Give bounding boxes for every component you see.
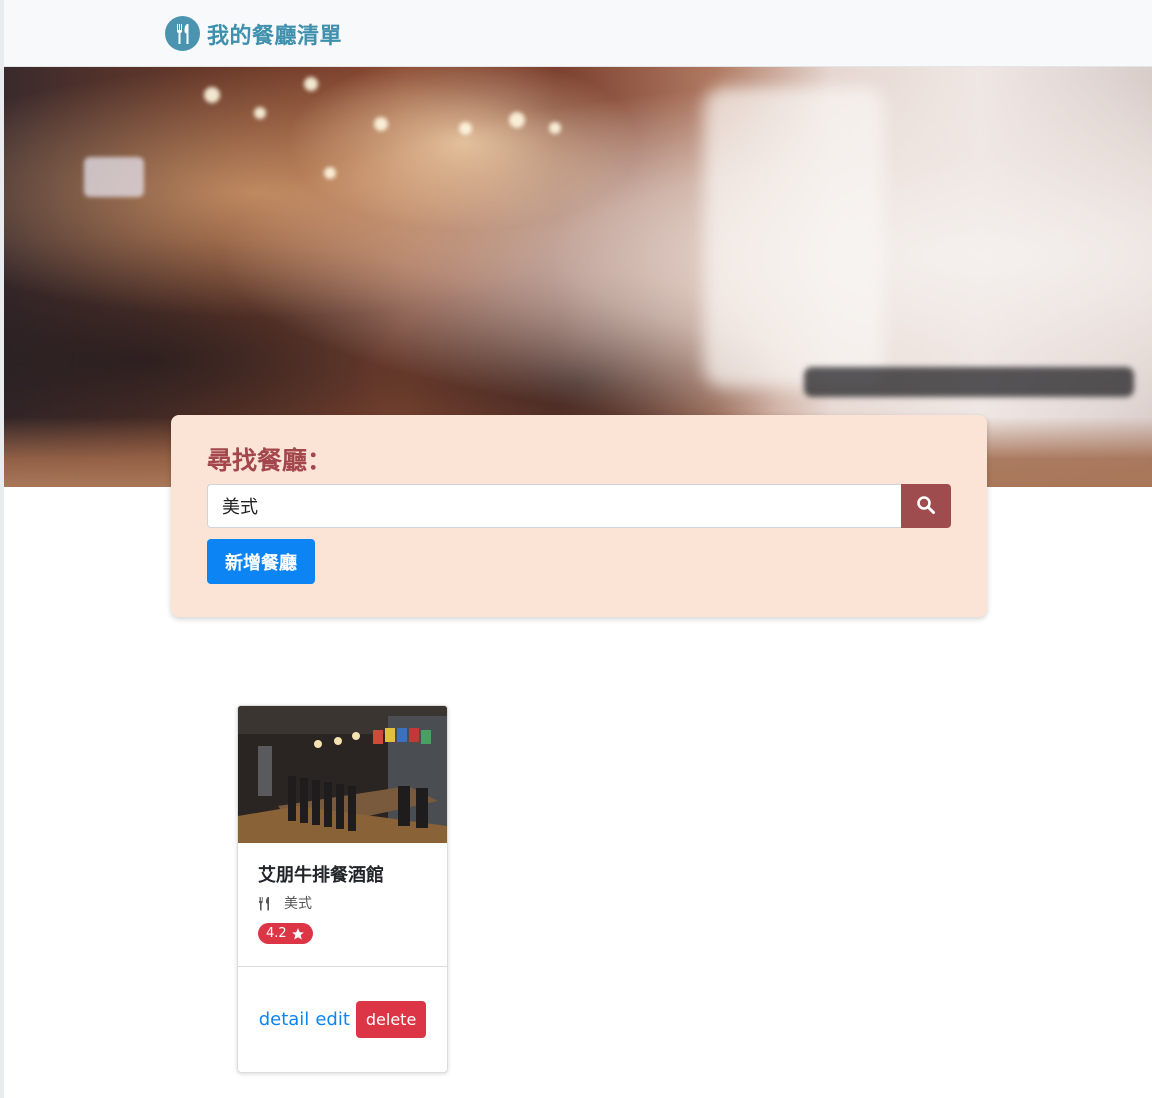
restaurant-category: 美式 — [258, 893, 428, 913]
search-button[interactable] — [901, 484, 951, 528]
brand-link[interactable]: 我的餐廳清單 — [165, 16, 342, 51]
search-title: 尋找餐廳： — [207, 446, 333, 475]
search-icon — [916, 495, 936, 518]
search-panel: 尋找餐廳： 新增餐廳 — [171, 415, 987, 617]
card-body: 艾朋牛排餐酒館 美式 4.2 — [258, 861, 428, 944]
detail-link[interactable]: detail — [259, 1009, 310, 1030]
add-restaurant-button[interactable]: 新增餐廳 — [207, 539, 315, 584]
app-title: 我的餐廳清單 — [207, 23, 343, 49]
navbar: 我的餐廳清單 — [4, 0, 1152, 67]
restaurant-card[interactable]: 艾朋牛排餐酒館 美式 4.2 detail edit delete — [237, 705, 448, 1073]
restaurant-name: 艾朋牛排餐酒館 — [258, 865, 384, 886]
utensils-logo-icon — [165, 16, 200, 51]
edit-link[interactable]: edit — [315, 1009, 350, 1030]
rating-value: 4.2 — [266, 926, 287, 941]
card-actions: detail edit delete — [238, 1001, 447, 1038]
restaurant-category-label: 美式 — [284, 896, 312, 912]
star-icon — [291, 927, 304, 940]
restaurant-photo — [238, 706, 447, 843]
utensils-icon — [259, 896, 269, 910]
search-input[interactable] — [207, 484, 901, 528]
rating-badge: 4.2 — [258, 923, 313, 944]
card-divider — [238, 966, 447, 967]
delete-button[interactable]: delete — [355, 1001, 427, 1038]
